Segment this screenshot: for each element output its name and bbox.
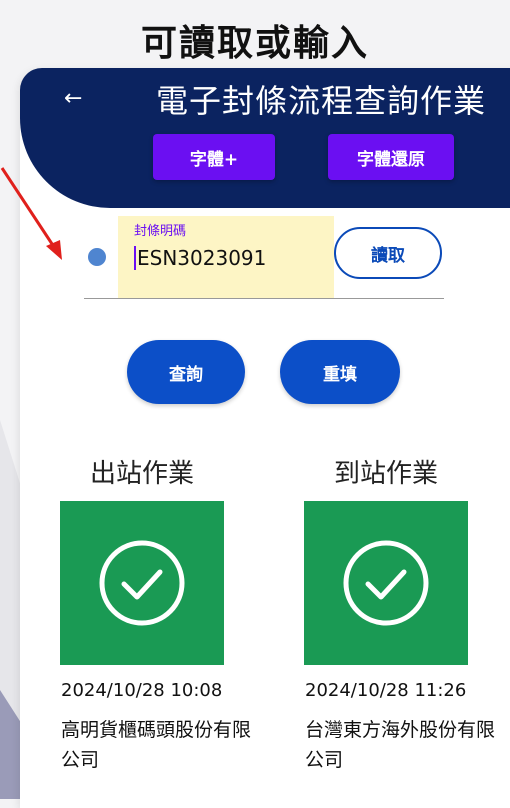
query-button[interactable]: 查詢 — [127, 340, 245, 404]
app-header: ← 電子封條流程查詢作業 字體+ 字體還原 — [20, 68, 510, 208]
pointer-arrow-icon — [0, 167, 62, 260]
page-title: 電子封條流程查詢作業 — [156, 82, 487, 120]
font-reset-button[interactable]: 字體還原 — [328, 134, 454, 180]
arrival-status-tile — [304, 501, 468, 665]
arrival-datetime: 2024/10/28 11:26 — [305, 680, 467, 701]
seal-code-field[interactable]: 封條明碼 ESN3023091 — [118, 216, 334, 298]
departure-step-title: 出站作業 — [89, 459, 194, 489]
check-circle-icon — [99, 540, 185, 626]
app-screen: ← 電子封條流程查詢作業 字體+ 字體還原 封條明碼 ESN3023091 讀取… — [20, 68, 510, 808]
back-arrow-icon[interactable]: ← — [64, 86, 82, 111]
arrival-company: 台灣東方海外股份有限公司 — [305, 719, 496, 771]
departure-status-tile — [60, 501, 224, 665]
departure-company: 高明貨櫃碼頭股份有限公司 — [61, 719, 252, 771]
seal-code-label: 封條明碼 — [134, 224, 187, 239]
departure-datetime: 2024/10/28 10:08 — [61, 680, 223, 701]
font-increase-button[interactable]: 字體+ — [153, 134, 275, 180]
reset-button[interactable]: 重填 — [280, 340, 400, 404]
annotation-caption: 可讀取或輸入 — [140, 23, 369, 64]
radio-indicator — [88, 248, 106, 266]
field-underline — [84, 298, 444, 299]
arrival-step-title: 到站作業 — [333, 459, 438, 489]
seal-code-input[interactable]: ESN3023091 — [134, 246, 266, 270]
read-button[interactable]: 讀取 — [334, 227, 442, 279]
check-circle-icon — [343, 540, 429, 626]
